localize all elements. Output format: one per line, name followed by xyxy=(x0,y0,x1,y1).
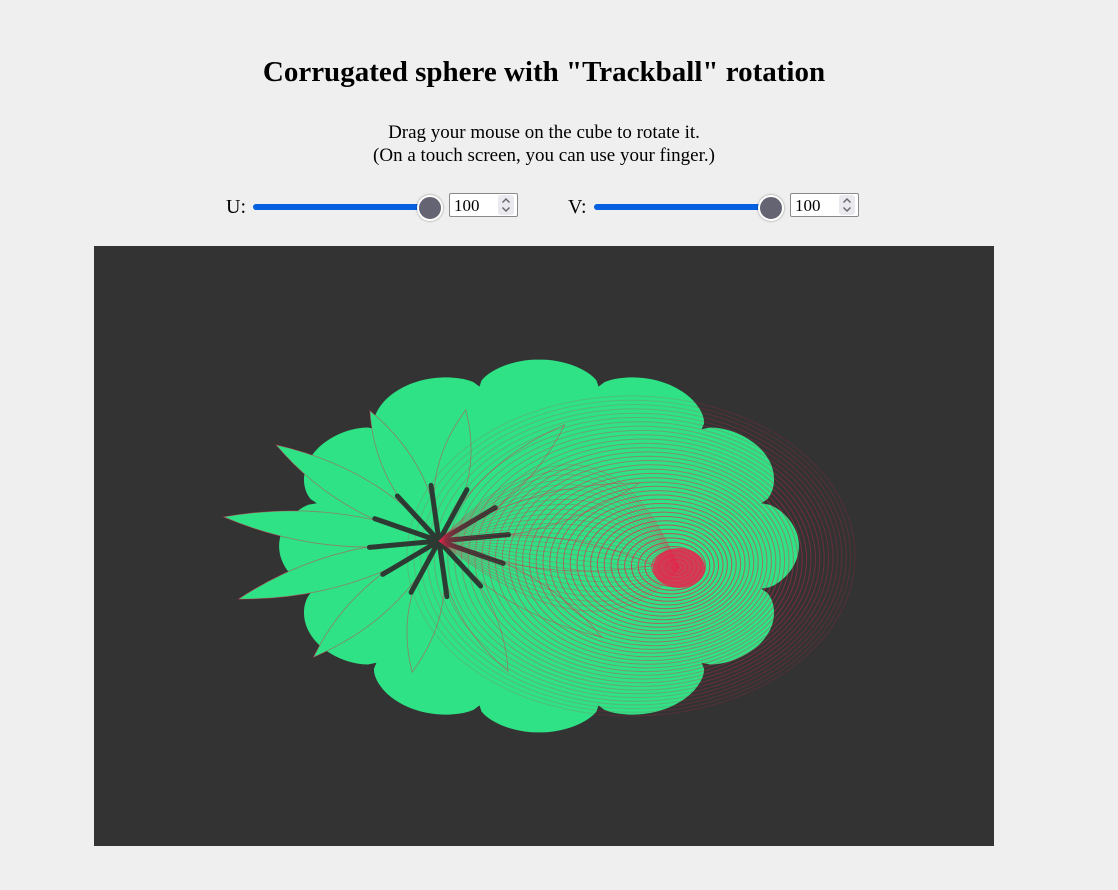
v-slider-fill xyxy=(594,204,770,210)
v-label: V: xyxy=(568,196,587,218)
page-title: Corrugated sphere with "Trackball" rotat… xyxy=(262,56,826,88)
u-label: U: xyxy=(226,196,246,218)
u-slider[interactable] xyxy=(253,194,443,221)
instructions-line-2: (On a touch screen, you can use your fin… xyxy=(373,145,715,166)
instructions: Drag your mouse on the cube to rotate it… xyxy=(0,121,1088,167)
v-slider[interactable] xyxy=(594,194,784,221)
v-spinner-arrows-icon[interactable] xyxy=(839,195,855,215)
u-slider-fill xyxy=(253,204,429,210)
corrugated-sphere-render xyxy=(222,359,856,733)
u-slider-thumb[interactable] xyxy=(417,195,443,221)
v-number-input[interactable]: 100 xyxy=(790,193,859,217)
v-slider-thumb[interactable] xyxy=(758,195,784,221)
u-number-value: 100 xyxy=(454,196,480,215)
u-spinner-arrows-icon[interactable] xyxy=(498,195,514,215)
u-number-input[interactable]: 100 xyxy=(449,193,518,217)
controls-bar: U: 100 V: 100 xyxy=(0,192,1088,222)
v-number-value: 100 xyxy=(795,196,821,215)
webgl-canvas[interactable] xyxy=(94,246,994,846)
instructions-line-1: Drag your mouse on the cube to rotate it… xyxy=(388,122,700,143)
